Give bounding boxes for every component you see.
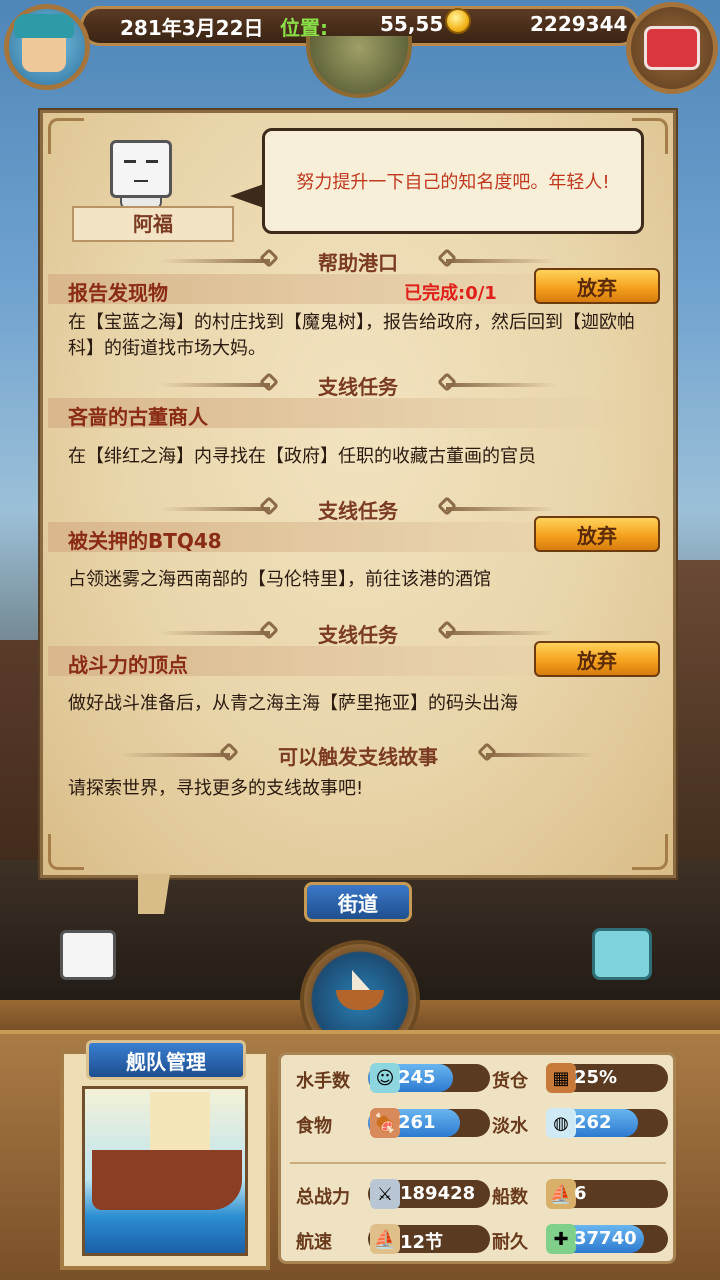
ship-hull	[92, 1150, 242, 1210]
ornament-right	[446, 259, 556, 263]
stat-label-food: 食物	[296, 1116, 332, 1137]
abandon-button-label: 放弃	[577, 648, 617, 673]
quest-description: 占领迷雾之海西南部的【马伦特里】，前往该港的酒馆	[68, 569, 491, 590]
stat-value-durability: 37740	[574, 1228, 637, 1249]
meat-icon: 🍖	[370, 1108, 400, 1138]
ship-icon: ⛵	[546, 1179, 576, 1209]
ornament-left	[160, 507, 270, 511]
section-title: 可以触发支线故事	[278, 744, 438, 769]
fleet-management-label: 舰队管理	[126, 1049, 206, 1074]
abandon-button[interactable]: 放弃	[534, 516, 660, 552]
stat-value-power: 189428	[400, 1183, 476, 1204]
stat-value-food: 261	[398, 1112, 436, 1133]
stat-value-water: 262	[574, 1112, 612, 1133]
coin-icon	[445, 8, 471, 34]
ornament-left	[160, 383, 270, 387]
sailboat-icon: ⛵	[370, 1224, 400, 1254]
stat-value-ships: 6	[574, 1183, 587, 1204]
avatar-hat	[14, 14, 74, 38]
quest-title[interactable]: 吝啬的古董商人	[68, 401, 208, 430]
crossed-swords-icon: ⚔	[370, 1179, 400, 1209]
story-hint: 请探索世界，寻找更多的支线故事吧!	[68, 778, 364, 799]
stat-label-water: 淡水	[492, 1116, 528, 1137]
abandon-button-label: 放弃	[577, 275, 617, 300]
quest-title[interactable]: 被关押的BTQ48	[68, 525, 222, 554]
water-jug-icon: ◍	[546, 1108, 576, 1138]
ornament-right	[486, 753, 596, 757]
speech-bubble: 努力提升一下自己的知名度吧。年轻人!	[262, 128, 644, 234]
stat-value-speed: 12节	[400, 1232, 444, 1253]
section-title: 支线任务	[318, 498, 398, 523]
ornament-right	[446, 631, 556, 635]
abandon-button[interactable]: 放弃	[534, 641, 660, 677]
stat-label-sailors: 水手数	[296, 1071, 350, 1092]
quest-description: 在【绯红之海】内寻找在【政府】任职的收藏古董画的官员	[68, 446, 536, 467]
stat-value-sailors: 245	[398, 1067, 436, 1088]
speech-bubble-tail	[230, 184, 264, 208]
repair-icon: ✚	[546, 1224, 576, 1254]
abandon-button[interactable]: 放弃	[534, 268, 660, 304]
fleet-management-button[interactable]: 舰队管理	[86, 1040, 246, 1080]
npc-eye	[146, 160, 158, 163]
gold-amount: 2229344	[530, 12, 628, 36]
npc-eye	[124, 160, 136, 163]
cat-character	[592, 928, 652, 980]
game-date: 281年3月22日	[120, 16, 264, 40]
ornament-left	[160, 631, 270, 635]
boat-sail	[352, 970, 370, 990]
quest-title[interactable]: 报告发现物	[68, 277, 168, 306]
npc-character	[60, 930, 116, 980]
stat-label-speed: 航速	[296, 1232, 332, 1253]
stats-divider	[290, 1162, 666, 1164]
ornament-right	[446, 507, 556, 511]
ornament-left	[160, 259, 270, 263]
quest-description: 在【宝蓝之海】的村庄找到【魔鬼树】，报告给政府，然后回到【迦欧帕科】的街道找市场…	[68, 312, 635, 359]
quest-description: 做好战斗准备后，从青之海主海【萨里拖亚】的码头出海	[68, 693, 518, 714]
speech-text: 努力提升一下自己的知名度吧。年轻人!	[296, 172, 610, 193]
position-value: 55,55	[380, 12, 444, 36]
ornament-left	[120, 753, 230, 757]
section-title: 支线任务	[318, 374, 398, 399]
street-location-button[interactable]: 街道	[304, 882, 412, 922]
stat-label-cargo: 货仓	[492, 1071, 528, 1092]
stat-label-ships: 船数	[492, 1187, 528, 1208]
panel-corner-ornament	[48, 118, 84, 154]
panel-tail	[138, 874, 170, 914]
quest-progress: 已完成:0/1	[404, 283, 497, 304]
section-title: 帮助港口	[318, 250, 398, 275]
npc-name-plate: 阿福	[72, 206, 234, 242]
npc-mouth	[134, 180, 148, 182]
section-header: 可以触发支线故事	[40, 740, 676, 770]
panel-corner-ornament	[48, 834, 84, 870]
street-label: 街道	[338, 891, 378, 916]
panel-corner-ornament	[632, 834, 668, 870]
globe-icon[interactable]	[306, 36, 412, 98]
sailor-icon: ☺	[370, 1063, 400, 1093]
quest-title[interactable]: 战斗力的顶点	[68, 649, 188, 678]
chest-box	[644, 26, 700, 70]
cargo-crate-icon: ▦	[546, 1063, 576, 1093]
stat-label-power: 总战力	[296, 1187, 350, 1208]
section-title: 支线任务	[318, 622, 398, 647]
abandon-button-label: 放弃	[577, 523, 617, 548]
ship-sail	[150, 1092, 210, 1152]
stat-label-durability: 耐久	[492, 1232, 528, 1253]
ornament-right	[446, 383, 556, 387]
section-header: 支线任务	[40, 370, 676, 400]
npc-portrait	[110, 140, 172, 198]
stat-value-cargo: 25%	[574, 1067, 618, 1088]
